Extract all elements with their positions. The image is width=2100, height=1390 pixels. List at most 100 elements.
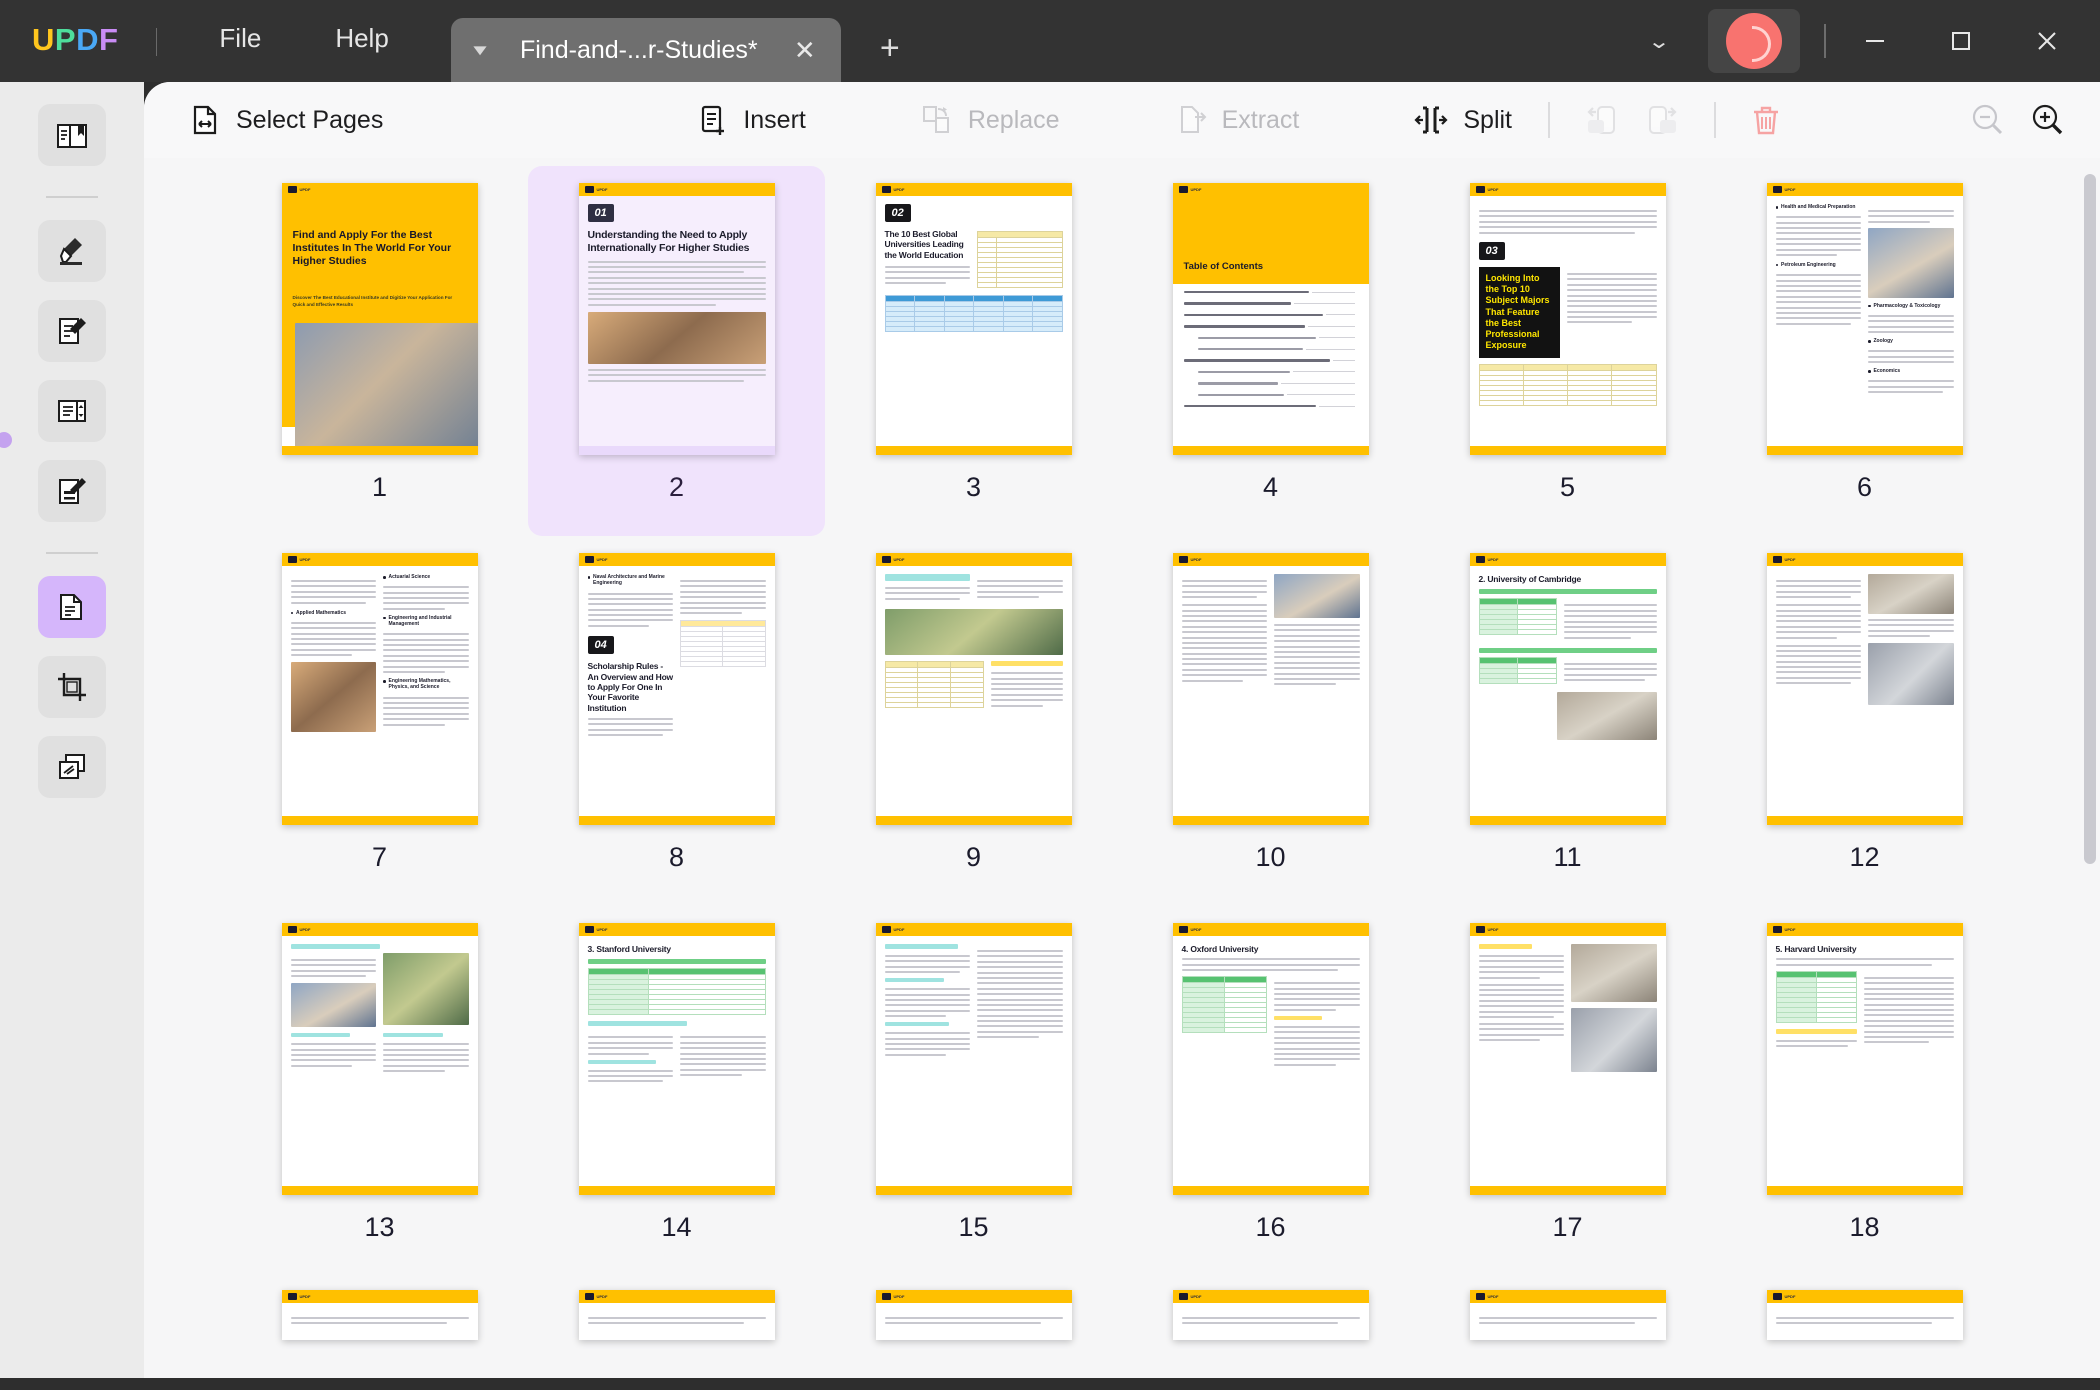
page-number-label: 3 <box>965 472 982 502</box>
document-tab[interactable]: ▼ Find-and-...r-Studies* ✕ <box>450 18 841 82</box>
page-thumbnail[interactable]: UPDF <box>1468 1290 1668 1340</box>
extract-button[interactable]: Extract <box>1160 97 1314 143</box>
page-title-text: 5. Harvard University <box>1775 944 1857 954</box>
page-bullet-text: Health and Medical Preparation <box>1781 204 1856 210</box>
sidebar-resize-handle[interactable] <box>0 432 12 448</box>
maximize-button[interactable] <box>1918 0 2004 82</box>
page-cell[interactable]: UPDF Find and Apply For the Best Institu… <box>231 166 528 536</box>
page-photo <box>1571 944 1657 1002</box>
chevron-down-icon[interactable]: ⌄ <box>1616 29 1703 54</box>
page-cell[interactable]: UPDF 4. Oxford University 16 <box>1122 906 1419 1276</box>
page-cell[interactable]: UPDF <box>1122 536 1419 906</box>
page-thumbnail[interactable]: UPDF <box>874 550 1074 828</box>
sidebar-item-reader[interactable] <box>38 104 106 166</box>
page-photo-secondary <box>1571 1008 1657 1072</box>
page-cell[interactable]: UPDF 5. Harvard University 18 <box>1716 906 2013 1276</box>
sidebar-item-annotate[interactable] <box>38 220 106 282</box>
rotate-right-button[interactable] <box>1632 97 1692 143</box>
page-cell[interactable]: UPDF <box>1716 536 2013 906</box>
page-number-label: 14 <box>661 1212 692 1242</box>
page-thumbnail[interactable]: UPDF Naval Architecture and Marine Engin… <box>577 550 777 828</box>
sidebar-item-edit-pdf[interactable] <box>38 300 106 362</box>
tab-close-icon[interactable]: ✕ <box>785 35 825 66</box>
page-cell[interactable]: UPDF Naval Architecture and Marine Engin… <box>528 536 825 906</box>
updf-logo: U P D F <box>32 22 118 58</box>
new-tab-button[interactable]: + <box>867 29 913 68</box>
minimize-button[interactable] <box>1832 0 1918 82</box>
insert-button[interactable]: Insert <box>681 97 820 143</box>
replace-button[interactable]: Replace <box>906 97 1074 143</box>
sidebar-item-organize-pages[interactable] <box>38 576 106 638</box>
page-title-text: Looking Into the Top 10 Subject Majors T… <box>1478 266 1561 358</box>
page-thumbnail[interactable]: UPDF Find and Apply For the Best Institu… <box>280 180 480 458</box>
page-thumbnail[interactable]: UPDF <box>874 1290 1074 1340</box>
page-thumbnail[interactable]: UPDF Health and Medical Preparation Petr… <box>1765 180 1965 458</box>
page-thumbnail[interactable]: UPDF <box>874 920 1074 1198</box>
sidebar-item-form[interactable] <box>38 380 106 442</box>
page-thumbnail[interactable]: UPDF 3. Stanford University <box>577 920 777 1198</box>
delete-button[interactable] <box>1738 97 1794 143</box>
scrollbar-thumb[interactable] <box>2084 174 2096 864</box>
page-thumbnail[interactable]: UPDF 2. University of Cambridge <box>1468 550 1668 828</box>
select-pages-button[interactable]: Select Pages <box>174 97 397 143</box>
page-thumbnail[interactable]: UPDF <box>1765 1290 1965 1340</box>
page-thumbnail[interactable]: UPDF 03 Looking Into the Top 10 Subject … <box>1468 180 1668 458</box>
close-button[interactable] <box>2004 0 2090 82</box>
sidebar-item-crop[interactable] <box>38 656 106 718</box>
page-thumbnail[interactable]: UPDF <box>1468 920 1668 1198</box>
page-cell[interactable]: UPDF 3. Stanford University 14 <box>528 906 825 1276</box>
replace-icon <box>922 106 949 133</box>
page-thumbnail[interactable]: UPDF 5. Harvard University <box>1765 920 1965 1198</box>
page-cell[interactable]: UPDF <box>825 536 1122 906</box>
page-thumbnail[interactable]: UPDF <box>1171 550 1371 828</box>
zoom-in-button[interactable] <box>2018 94 2078 146</box>
page-toolbar: Select Pages Insert Replace Extract Spli… <box>144 82 2100 158</box>
menu-file[interactable]: File <box>193 17 287 60</box>
page-cell[interactable]: UPDF 02 The 10 Best Global Universities … <box>825 166 1122 536</box>
page-cell[interactable]: UPDF Applied Mathematics Actuarial Scien… <box>231 536 528 906</box>
page-render-11: UPDF 2. University of Cambridge <box>1469 553 1666 825</box>
sidebar-item-sign[interactable] <box>38 460 106 522</box>
window-bottom-edge <box>0 1378 2100 1390</box>
rotate-left-button[interactable] <box>1572 97 1632 143</box>
page-thumbnail[interactable]: UPDF <box>1765 550 1965 828</box>
page-cell[interactable]: UPDF <box>1419 906 1716 1276</box>
page-table <box>679 620 766 668</box>
page-cell[interactable]: UPDF <box>1419 1276 1716 1340</box>
page-cell[interactable]: UPDF 2. University of Cambridge 11 <box>1419 536 1716 906</box>
page-cell[interactable]: UPDF <box>825 906 1122 1276</box>
page-thumbnail[interactable]: UPDF <box>577 1290 777 1340</box>
page-cell[interactable]: UPDF 03 Looking Into the Top 10 Subject … <box>1419 166 1716 536</box>
page-thumbnail[interactable]: UPDF Table of Contents <box>1171 180 1371 458</box>
page-photo-secondary <box>1868 643 1954 706</box>
page-thumbnail[interactable]: UPDF 02 The 10 Best Global Universities … <box>874 180 1074 458</box>
page-cell[interactable]: UPDF Health and Medical Preparation Petr… <box>1716 166 2013 536</box>
account-button[interactable] <box>1708 9 1800 73</box>
tab-caret-icon[interactable]: ▼ <box>460 42 499 59</box>
page-cell[interactable]: UPDF <box>231 906 528 1276</box>
page-thumbnail[interactable]: UPDF Applied Mathematics Actuarial Scien… <box>280 550 480 828</box>
split-button[interactable]: Split <box>1399 97 1526 143</box>
page-cell[interactable]: UPDF <box>1716 1276 2013 1340</box>
page-cell-selected[interactable]: UPDF 01 Understanding the Need to Apply … <box>528 166 825 536</box>
menu-help[interactable]: Help <box>309 17 414 60</box>
page-cell[interactable]: UPDF <box>231 1276 528 1340</box>
page-cell[interactable]: UPDF <box>1122 1276 1419 1340</box>
page-thumbnail[interactable]: UPDF <box>280 920 480 1198</box>
page-thumbnail[interactable]: UPDF 4. Oxford University <box>1171 920 1371 1198</box>
page-photo <box>884 609 1063 656</box>
zoom-out-button[interactable] <box>1958 94 2018 146</box>
page-cell[interactable]: UPDF Table of Contents 4 <box>1122 166 1419 536</box>
page-cell[interactable]: UPDF <box>825 1276 1122 1340</box>
page-grid-scroll[interactable]: UPDF Find and Apply For the Best Institu… <box>144 158 2100 1390</box>
page-thumbnail[interactable]: UPDF <box>1171 1290 1371 1340</box>
page-cell[interactable]: UPDF <box>528 1276 825 1340</box>
page-thumbnail[interactable]: UPDF 01 Understanding the Need to Apply … <box>577 180 777 458</box>
page-thumbnail[interactable]: UPDF <box>280 1290 480 1340</box>
page-bullet-text: Economics <box>1873 368 1901 375</box>
page-photo <box>1868 227 1954 298</box>
sidebar-item-batch[interactable] <box>38 736 106 798</box>
page-photo <box>1868 574 1954 614</box>
page-number-label: 6 <box>1856 472 1873 502</box>
vertical-scrollbar[interactable] <box>2084 174 2096 1384</box>
